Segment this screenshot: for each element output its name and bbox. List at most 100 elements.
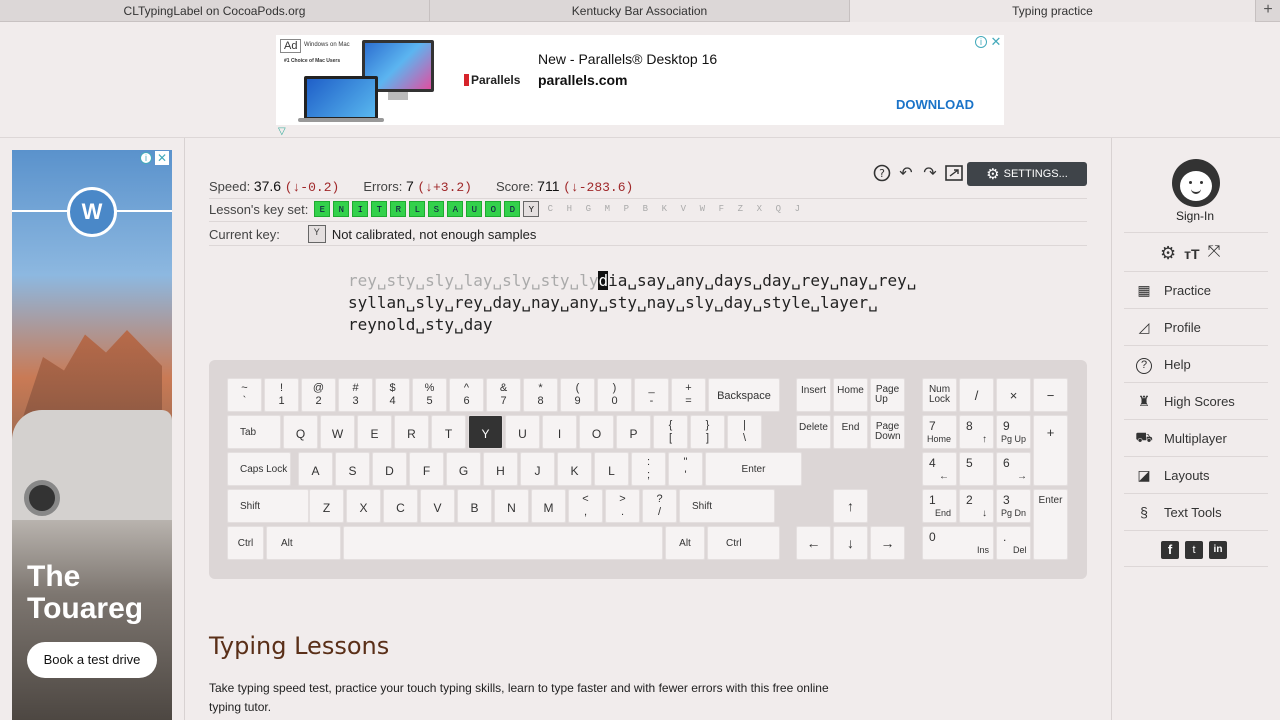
key--[interactable]: _ - (634, 378, 669, 412)
new-tab-button[interactable]: + (1256, 0, 1280, 22)
key-num-5[interactable]: 5 (959, 452, 994, 486)
ad-close-icon[interactable]: ✕ (155, 151, 169, 165)
key-num-lock[interactable]: Num Lock (922, 378, 957, 412)
key-num-enter[interactable]: Enter (1033, 489, 1068, 560)
ad-title[interactable]: New - Parallels® Desktop 16 (538, 51, 717, 67)
key-bracket[interactable]: | \ (727, 415, 762, 449)
key-num-plus[interactable]: + (1033, 415, 1068, 486)
key-home[interactable]: Home (833, 378, 868, 412)
key-b[interactable]: B (457, 489, 492, 523)
key-p[interactable]: P (616, 415, 651, 449)
key-5[interactable]: % 5 (412, 378, 447, 412)
key-f[interactable]: F (409, 452, 444, 486)
key-m[interactable]: M (531, 489, 566, 523)
key-punct[interactable]: <, (568, 489, 603, 523)
key-semicolon[interactable]: :; (631, 452, 666, 486)
redo-icon[interactable]: ↷ (920, 162, 940, 184)
key-`[interactable]: ~ ` (227, 378, 262, 412)
expand-icon[interactable]: ⤧ (1208, 243, 1221, 265)
key-num-7[interactable]: 7 Home (922, 415, 957, 449)
key-num-3[interactable]: 3 Pg Dn (996, 489, 1031, 523)
key-i[interactable]: I (542, 415, 577, 449)
key-o[interactable]: O (579, 415, 614, 449)
key-alt-right[interactable]: Alt (665, 526, 705, 560)
key-num-2[interactable]: 2 ↓ (959, 489, 994, 523)
key-arrow-right[interactable]: → (870, 526, 905, 560)
tab-cocoapods[interactable]: CLTypingLabel on CocoaPods.org (0, 0, 430, 22)
key-num-9[interactable]: 9 Pg Up (996, 415, 1031, 449)
key-w[interactable]: W (320, 415, 355, 449)
key-caps-lock[interactable]: Caps Lock (227, 452, 291, 486)
key-ctrl-right[interactable]: Ctrl (707, 526, 780, 560)
key-x[interactable]: X (346, 489, 381, 523)
key-num-6[interactable]: 6 → (996, 452, 1031, 486)
sign-in-link[interactable]: Sign-In (1176, 209, 1214, 223)
key-page-down[interactable]: Page Down (870, 415, 905, 449)
sidebar-item-high-scores[interactable]: ♜ High Scores (1124, 382, 1268, 419)
key-2[interactable]: @2 (301, 378, 336, 412)
ad-download-button[interactable]: DOWNLOAD (896, 97, 974, 112)
key-arrow-up[interactable]: ↑ (833, 489, 868, 523)
font-size-icon[interactable]: тT (1184, 243, 1199, 265)
key-1[interactable]: ! 1 (264, 378, 299, 412)
key-punct[interactable]: >. (605, 489, 640, 523)
key-arrow-left[interactable]: ← (796, 526, 831, 560)
settings-button[interactable]: ⚙ SETTINGS... (967, 162, 1087, 186)
key-num-8[interactable]: 8 ↑ (959, 415, 994, 449)
key-page-up[interactable]: Page Up (870, 378, 905, 412)
avatar[interactable] (1172, 159, 1220, 207)
key-z[interactable]: Z (309, 489, 344, 523)
sidebar-item-layouts[interactable]: ◪ Layouts (1124, 456, 1268, 493)
key-8[interactable]: * 8 (523, 378, 558, 412)
book-test-drive-button[interactable]: Book a test drive (27, 642, 157, 678)
key-j[interactable]: J (520, 452, 555, 486)
key-r[interactable]: R (394, 415, 429, 449)
key-s[interactable]: S (335, 452, 370, 486)
tab-kentucky-bar[interactable]: Kentucky Bar Association (430, 0, 850, 22)
key-num-0[interactable]: 0 Ins (922, 526, 994, 560)
key-v[interactable]: V (420, 489, 455, 523)
sidebar-item-multiplayer[interactable]: ⛟ Multiplayer (1124, 419, 1268, 456)
key-shift-left[interactable]: Shift (227, 489, 309, 523)
ad-domain[interactable]: parallels.com (538, 72, 628, 88)
key-quote[interactable]: " ' (668, 452, 703, 486)
key-e[interactable]: E (357, 415, 392, 449)
key-7[interactable]: & 7 (486, 378, 521, 412)
twitter-icon[interactable]: t (1185, 541, 1203, 559)
key-backspace[interactable]: Backspace (708, 378, 780, 412)
theme-gear-icon[interactable]: ⚙ (1160, 243, 1176, 265)
sidebar-item-text-tools[interactable]: § Text Tools (1124, 493, 1268, 530)
undo-icon[interactable]: ↶ (896, 162, 916, 184)
key-3[interactable]: #3 (338, 378, 373, 412)
ad-info-icon[interactable]: i (975, 36, 987, 48)
key-a[interactable]: A (298, 452, 333, 486)
key-h[interactable]: H (483, 452, 518, 486)
key-num-minus[interactable]: − (1033, 378, 1068, 412)
sidebar-item-help[interactable]: ? Help (1124, 345, 1268, 382)
key-4[interactable]: $4 (375, 378, 410, 412)
key-d[interactable]: D (372, 452, 407, 486)
key-bracket[interactable]: }] (690, 415, 725, 449)
key-=[interactable]: + = (671, 378, 706, 412)
top-ad-banner[interactable]: Ad Windows on Mac #1 Choice of Mac Users… (276, 35, 1004, 125)
key-alt-left[interactable]: Alt (266, 526, 341, 560)
key-t[interactable]: T (431, 415, 466, 449)
tab-typing-practice[interactable]: Typing practice (850, 0, 1256, 22)
key-arrow-down[interactable]: ↓ (833, 526, 868, 560)
key-delete[interactable]: Delete (796, 415, 831, 449)
linkedin-icon[interactable]: in (1209, 541, 1227, 559)
typing-text-area[interactable]: rey␣sty␣sly␣lay␣sly␣sty␣lydia␣say␣any␣da… (348, 270, 968, 336)
key-num-4[interactable]: 4 ← (922, 452, 957, 486)
adchoices-icon[interactable]: ▽ (278, 126, 286, 137)
key-space[interactable] (343, 526, 663, 560)
key-enter[interactable]: Enter (705, 452, 802, 486)
key-0[interactable]: ) 0 (597, 378, 632, 412)
key-ctrl-left[interactable]: Ctrl (227, 526, 264, 560)
key-insert[interactable]: Insert (796, 378, 831, 412)
key-shift-right[interactable]: Shift (679, 489, 775, 523)
key-6[interactable]: ^ 6 (449, 378, 484, 412)
key-n[interactable]: N (494, 489, 529, 523)
key-num-multiply[interactable]: × (996, 378, 1031, 412)
key-punct[interactable]: ? / (642, 489, 677, 523)
sidebar-item-practice[interactable]: ▦ Practice (1124, 271, 1268, 308)
